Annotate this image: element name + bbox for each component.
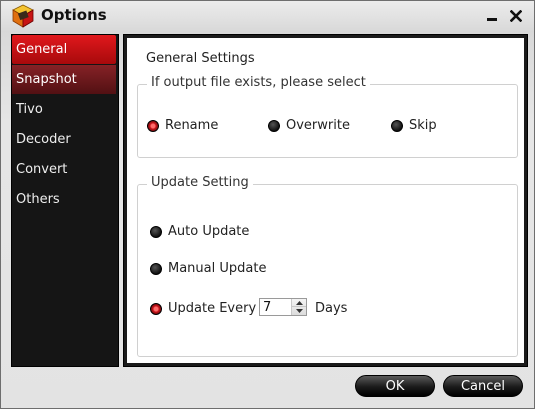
cancel-button[interactable]: Cancel [443,375,523,397]
app-logo-icon [11,4,35,28]
options-sidebar: General Snapshot Tivo Decoder Convert Ot… [11,34,119,367]
minimize-button[interactable] [483,7,501,25]
radio-label: Auto Update [168,224,250,239]
sidebar-item-tivo[interactable]: Tivo [12,95,116,124]
radio-label: Rename [165,118,219,133]
settings-panel-content: General Settings If output file exists, … [127,38,524,363]
radio-checked-icon [150,302,162,315]
group-label: If output file exists, please select [147,75,370,90]
radio-label: Skip [409,118,437,133]
stepper-arrows [291,299,306,315]
radio-unchecked-icon [391,119,403,132]
sidebar-item-snapshot[interactable]: Snapshot [12,65,116,94]
radio-checked-icon [147,119,159,132]
radio-label: Update Every [168,301,257,316]
options-dialog: Options General Snapshot Tivo Decoder Co… [0,0,535,409]
sidebar-item-label: Decoder [16,132,71,147]
sidebar-item-label: Tivo [16,102,43,117]
sidebar-item-decoder[interactable]: Decoder [12,125,116,154]
minimize-icon [487,18,497,21]
stepper-down-button[interactable] [292,307,306,315]
sidebar-item-label: Convert [16,162,68,177]
radio-unchecked-icon [150,262,162,275]
radio-unchecked-icon [268,119,280,132]
output-exists-group: If output file exists, please select Ren… [137,75,518,158]
radio-unchecked-icon [150,225,162,238]
update-setting-group: Update Setting Auto Update Manual Update… [137,175,518,357]
update-interval-input[interactable] [263,300,291,314]
update-interval-stepper[interactable] [259,298,307,316]
radio-update-every[interactable]: Update Every [150,301,256,316]
radio-rename[interactable]: Rename [147,118,218,133]
radio-overwrite[interactable]: Overwrite [268,118,350,133]
sidebar-item-others[interactable]: Others [12,185,116,214]
interval-unit-label: Days [315,301,348,316]
radio-label: Overwrite [286,118,350,133]
caret-down-icon [295,309,303,313]
title-bar: Options [1,1,534,31]
settings-panel: General Settings If output file exists, … [123,34,528,367]
sidebar-item-label: Others [16,192,60,207]
sidebar-item-convert[interactable]: Convert [12,155,116,184]
sidebar-item-label: General [16,42,68,57]
sidebar-item-label: Snapshot [16,72,77,87]
ok-button[interactable]: OK [355,375,435,397]
caret-up-icon [295,300,303,305]
section-title: General Settings [146,51,255,66]
group-label: Update Setting [147,175,253,190]
radio-auto-update[interactable]: Auto Update [150,224,249,239]
stepper-up-button[interactable] [292,299,306,307]
close-icon [510,10,522,22]
radio-label: Manual Update [168,261,267,276]
radio-skip[interactable]: Skip [391,118,437,133]
radio-manual-update[interactable]: Manual Update [150,261,266,276]
window-title: Options [41,6,107,24]
close-button[interactable] [507,7,525,25]
sidebar-item-general[interactable]: General [12,35,116,64]
